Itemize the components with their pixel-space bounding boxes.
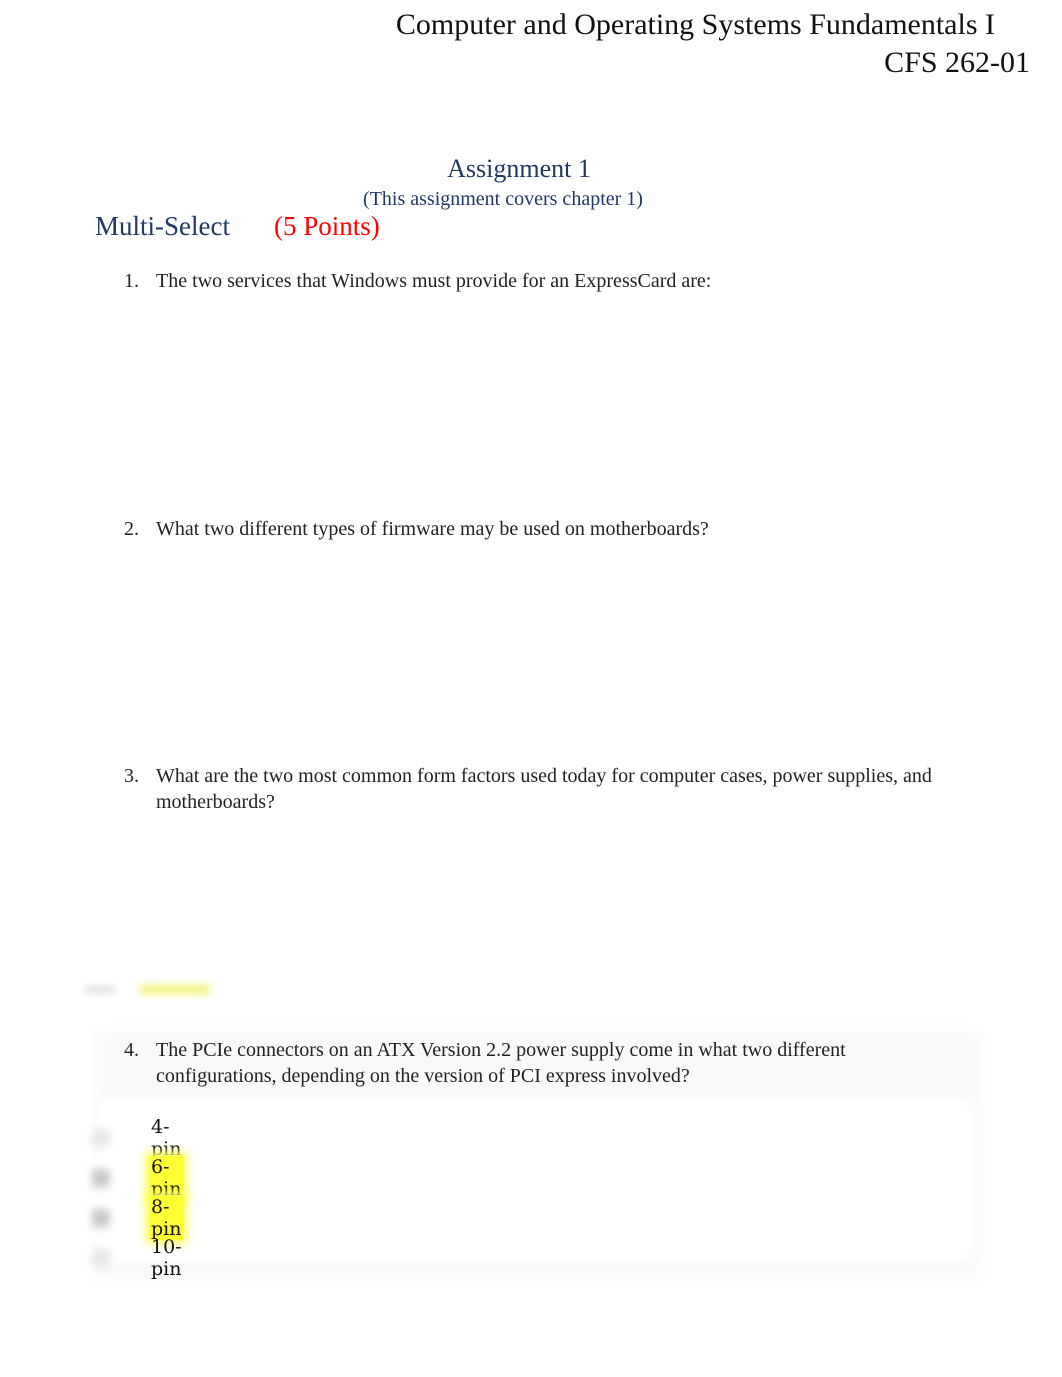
question-4-options-panel <box>98 1100 973 1260</box>
blurred-artifact <box>85 985 225 999</box>
course-code: CFS 262-01 <box>884 46 1030 79</box>
question-text: The PCIe connectors on an ATX Version 2.… <box>156 1039 846 1087</box>
checkbox-checked[interactable] <box>92 1209 110 1227</box>
option-label: 4-pin <box>151 1116 182 1160</box>
section-heading: Multi-Select (5 Points) <box>95 211 380 242</box>
blurred-checkbox-artifact <box>85 987 115 993</box>
question-text: What two different types of firmware may… <box>156 518 709 540</box>
section-points: (5 Points) <box>273 211 380 241</box>
option-label-highlighted: 6-pin <box>149 1156 184 1200</box>
option-label-highlighted: 8-pin <box>149 1196 184 1240</box>
question-1: 1. The two services that Windows must pr… <box>124 268 944 294</box>
assignment-title: Assignment 1 <box>447 154 591 183</box>
question-4-options: 4-pin 6-pin 8-pin 10-pin <box>90 1116 184 1280</box>
option-10-pin[interactable]: 10-pin <box>90 1236 182 1280</box>
question-number: 2. <box>124 518 139 540</box>
option-6-pin[interactable]: 6-pin <box>90 1156 184 1200</box>
question-number: 1. <box>124 270 139 292</box>
option-8-pin[interactable]: 8-pin <box>90 1196 184 1240</box>
checkbox[interactable] <box>92 1129 110 1147</box>
question-number: 3. <box>124 765 139 787</box>
blurred-highlight-artifact <box>140 985 210 994</box>
option-label: 10-pin <box>151 1236 182 1280</box>
question-3: 3. What are the two most common form fac… <box>124 763 944 815</box>
section-label: Multi-Select <box>95 211 230 241</box>
assignment-subtitle: (This assignment covers chapter 1) <box>363 188 643 210</box>
question-2: 2. What two different types of firmware … <box>124 516 944 542</box>
question-text: The two services that Windows must provi… <box>156 270 712 292</box>
question-text: What are the two most common form factor… <box>156 765 932 813</box>
option-4-pin[interactable]: 4-pin <box>90 1116 181 1160</box>
checkbox[interactable] <box>92 1249 110 1267</box>
question-4: 4. The PCIe connectors on an ATX Version… <box>124 1037 944 1089</box>
question-number: 4. <box>124 1039 139 1061</box>
course-title: Computer and Operating Systems Fundament… <box>395 8 995 41</box>
checkbox-checked[interactable] <box>92 1169 110 1187</box>
